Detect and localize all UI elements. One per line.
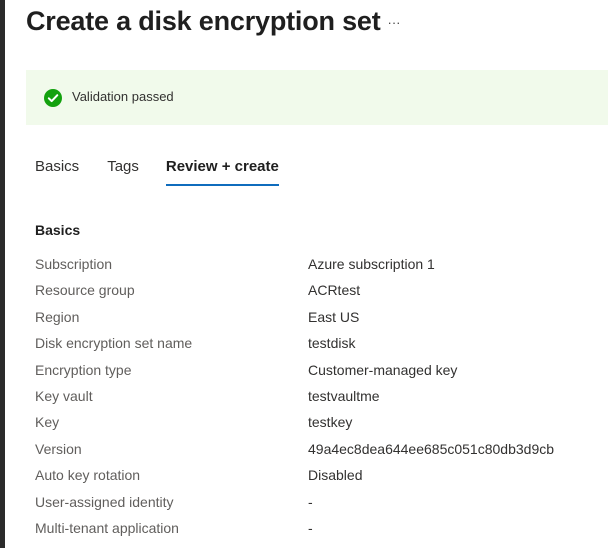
detail-row: Version 49a4ec8dea644ee685c051c80db3d9cb xyxy=(35,439,595,465)
more-options-button[interactable]: ··· xyxy=(384,14,404,36)
detail-label: Version xyxy=(35,440,82,457)
tab-review-create[interactable]: Review + create xyxy=(165,158,279,186)
detail-value: Azure subscription 1 xyxy=(308,256,435,272)
detail-value: East US xyxy=(308,308,360,325)
tab-basics[interactable]: Basics xyxy=(35,158,79,186)
detail-row: Encryption type Customer-managed key xyxy=(35,360,595,386)
detail-value: Customer-managed key xyxy=(308,361,458,378)
section-title: Basics xyxy=(35,222,81,238)
review-create-page: Create a disk encryption set ··· Validat… xyxy=(0,0,608,548)
detail-value: ACRtest xyxy=(308,282,361,299)
detail-label: Region xyxy=(35,308,80,325)
detail-row: Auto key rotation Disabled xyxy=(35,465,595,491)
detail-label: Key vault xyxy=(35,387,93,404)
detail-value: - xyxy=(308,493,313,510)
validation-banner: Validation passed xyxy=(26,70,608,125)
ellipsis-icon: ··· xyxy=(387,15,401,30)
tab-tags[interactable]: Tags xyxy=(107,158,139,186)
detail-row: Multi-tenant application - xyxy=(35,518,595,544)
detail-label: Resource group xyxy=(35,282,135,299)
detail-row: Resource group ACRtest xyxy=(35,280,595,306)
detail-label: Auto key rotation xyxy=(35,467,141,484)
active-tab-indicator xyxy=(165,184,279,186)
details-list: Subscription Azure subscription 1 Resour… xyxy=(35,254,595,544)
detail-value: testdisk xyxy=(308,335,356,352)
detail-label: Subscription xyxy=(35,256,113,272)
detail-value: - xyxy=(308,519,313,536)
detail-row: Key testkey xyxy=(35,412,595,438)
detail-value: testvaultme xyxy=(308,387,380,404)
validation-message: Validation passed xyxy=(72,89,174,104)
detail-label: Key xyxy=(35,414,60,431)
left-edge-bar xyxy=(0,0,5,548)
detail-label: Multi-tenant application xyxy=(35,519,179,536)
detail-label: User-assigned identity xyxy=(35,493,174,510)
detail-value: testkey xyxy=(308,414,353,431)
detail-value: 49a4ec8dea644ee685c051c80db3d9cb xyxy=(308,440,555,457)
page-title: Create a disk encryption set xyxy=(26,6,381,36)
detail-label: Encryption type xyxy=(35,361,132,378)
detail-label: Disk encryption set name xyxy=(35,335,193,352)
check-circle-icon xyxy=(44,89,62,107)
tab-label: Tags xyxy=(107,158,139,175)
detail-row: Disk encryption set name testdisk xyxy=(35,333,595,359)
detail-row: Subscription Azure subscription 1 xyxy=(35,254,595,280)
tab-label: Basics xyxy=(35,158,80,175)
tab-bar: Basics Tags Review + create xyxy=(35,158,279,190)
detail-row: User-assigned identity - xyxy=(35,492,595,518)
tab-label: Review + create xyxy=(165,158,279,175)
detail-value: Disabled xyxy=(308,467,363,484)
detail-row: Region East US xyxy=(35,307,595,333)
detail-row: Key vault testvaultme xyxy=(35,386,595,412)
